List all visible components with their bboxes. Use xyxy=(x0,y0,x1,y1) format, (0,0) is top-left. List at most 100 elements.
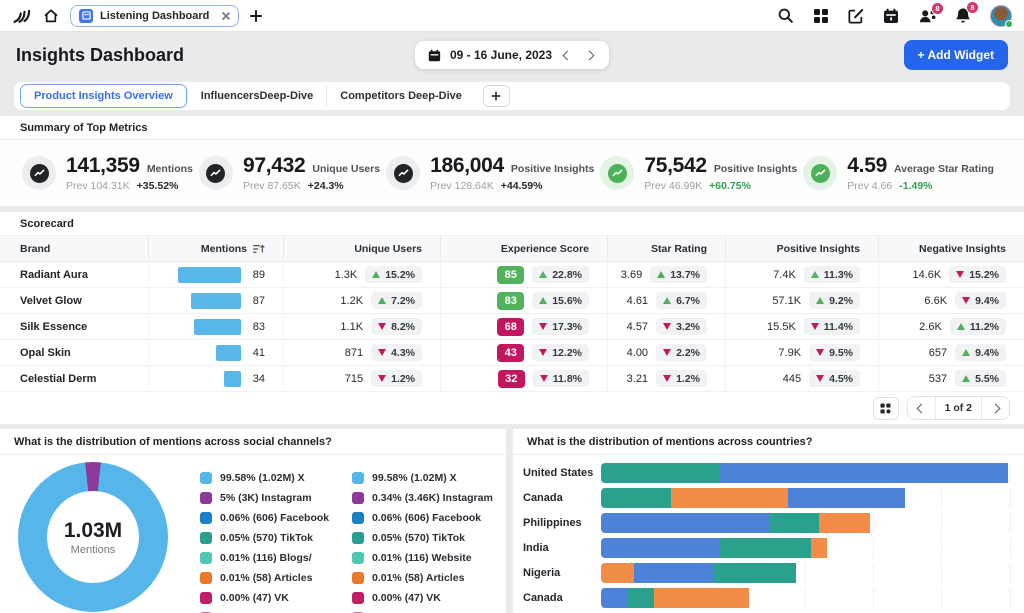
legend-item[interactable]: 0.00% (47) VK xyxy=(352,588,500,608)
legend-item[interactable]: 99.58% (1.02M) X xyxy=(352,468,500,488)
legend-item[interactable]: 0.05% (570) TikTok xyxy=(352,528,500,548)
bar-segment-teal xyxy=(628,588,655,608)
legend-item[interactable]: 0.01% (58) Articles xyxy=(200,568,348,588)
scorecard-row-velvet-glow[interactable]: Velvet Glow871.2K7.2%8315.6%4.616.7%57.1… xyxy=(0,288,1024,314)
legend-item[interactable]: 0.01% (116) Website xyxy=(352,548,500,568)
cell-brand: Velvet Glow xyxy=(0,288,148,313)
legend-item[interactable]: 0.06% (606) Facebook xyxy=(200,508,348,528)
country-stacked-bar[interactable] xyxy=(601,538,1012,558)
legend-label: 0.01% (116) Website xyxy=(372,552,472,564)
country-stacked-bar[interactable] xyxy=(601,488,1012,508)
legend-item[interactable]: 0.01% (58) Articles xyxy=(352,568,500,588)
metric-label: Mentions xyxy=(147,163,193,175)
legend-item[interactable]: 5% (3K) Instagram xyxy=(200,488,348,508)
column-header-mentions[interactable]: Mentions xyxy=(148,236,283,261)
arrow-up-icon xyxy=(962,375,970,382)
user-avatar[interactable] xyxy=(990,5,1012,27)
legend-item[interactable]: 0.34% (3.46K) Instagram xyxy=(352,488,500,508)
tab-competitors-deep-dive[interactable]: Competitors Deep-Dive xyxy=(326,85,475,107)
column-header-star-rating[interactable]: Star Rating xyxy=(607,236,725,261)
countries-chart-title: What is the distribution of mentions acr… xyxy=(513,429,1024,455)
metric-card-positive-insights[interactable]: 186,004Positive InsightsPrev 128.64K+44.… xyxy=(386,154,594,192)
mentions-donut-chart[interactable]: 1.03M Mentions xyxy=(18,462,168,612)
arrow-up-icon xyxy=(811,271,819,278)
legend-label: 0.05% (570) TikTok xyxy=(220,532,313,544)
legend-item[interactable]: 0.05% (570) TikTok xyxy=(200,528,348,548)
arrow-up-icon xyxy=(657,271,665,278)
metric-value: 97,432 xyxy=(243,154,305,178)
add-tab-button[interactable] xyxy=(483,85,510,107)
column-header-brand[interactable]: Brand xyxy=(0,236,148,261)
apps-grid-icon[interactable] xyxy=(813,8,829,24)
calendar-icon[interactable] xyxy=(883,8,899,24)
legend-item[interactable]: 0.01% (116) Blogs/ xyxy=(200,548,348,568)
metric-card-average-star-rating[interactable]: 4.59Average Star RatingPrev 4.66-1.49% xyxy=(803,154,994,192)
legend-item[interactable]: 0.00% (9) Reddit xyxy=(352,608,500,613)
country-stacked-bar[interactable] xyxy=(601,563,1012,583)
bar-segment-orange xyxy=(654,588,749,608)
bar-segment-orange xyxy=(811,538,827,558)
app-logo-icon[interactable] xyxy=(12,6,32,26)
search-icon[interactable] xyxy=(777,7,794,24)
metric-card-unique-users[interactable]: 97,432Unique UsersPrev 87.65K+24.3% xyxy=(199,154,380,192)
country-bar-track xyxy=(601,513,1012,533)
legend-item[interactable]: 99.58% (1.02M) X xyxy=(200,468,348,488)
tab-influencersdeep-dive[interactable]: InfluencersDeep-Dive xyxy=(187,85,326,107)
country-stacked-bar[interactable] xyxy=(601,513,1012,533)
channel-legends: 99.58% (1.02M) X5% (3K) Instagram0.06% (… xyxy=(200,462,500,613)
date-range-picker[interactable]: 09 - 16 June, 2023 xyxy=(415,41,609,69)
next-date-button[interactable] xyxy=(583,52,596,59)
bar-segment-orange xyxy=(671,488,788,508)
close-tab-icon[interactable] xyxy=(220,11,230,21)
legend-swatch xyxy=(200,512,212,524)
home-icon[interactable] xyxy=(43,8,59,24)
legend-swatch xyxy=(200,572,212,584)
legend-item[interactable]: 0.00% (47) VK xyxy=(200,588,348,608)
delta-chip: 11.3% xyxy=(804,266,860,283)
metric-card-positive-insights[interactable]: 75,542Positive InsightsPrev 46.99K+60.75… xyxy=(600,154,797,192)
legend-item[interactable]: 0.06% (606) Facebook xyxy=(352,508,500,528)
compose-icon[interactable] xyxy=(848,8,864,24)
channels-chart-body: 1.03M Mentions 99.58% (1.02M) X5% (3K) I… xyxy=(0,455,506,613)
arrow-up-icon xyxy=(816,297,824,304)
metric-card-mentions[interactable]: 141,359MentionsPrev 104.31K+35.52% xyxy=(22,154,193,192)
scorecard-row-silk-essence[interactable]: Silk Essence831.1K8.2%6817.3%4.573.2%15.… xyxy=(0,314,1024,340)
trend-up-icon xyxy=(600,156,634,190)
mentions-bar xyxy=(178,267,241,283)
legend-item[interactable]: 0.00% (9) Reddit xyxy=(200,608,348,613)
add-widget-button[interactable]: + Add Widget xyxy=(904,40,1008,70)
arrow-down-icon xyxy=(378,349,386,356)
country-label: India xyxy=(523,542,601,554)
tab-product-insights-overview[interactable]: Product Insights Overview xyxy=(20,84,187,108)
column-header-experience-score[interactable]: Experience Score xyxy=(440,236,607,261)
cell-experience-score: 6817.3% xyxy=(440,314,607,339)
country-label: Philippines xyxy=(523,517,601,529)
country-bar-track xyxy=(601,563,1012,583)
open-tab-listening-dashboard[interactable]: Listening Dashboard xyxy=(70,5,239,27)
new-tab-icon[interactable] xyxy=(250,10,262,22)
share-users-icon[interactable]: 8 xyxy=(918,8,936,24)
column-header-negative-insights[interactable]: Negative Insights xyxy=(878,236,1024,261)
prev-date-button[interactable] xyxy=(561,52,574,59)
column-header-unique-users[interactable]: Unique Users xyxy=(283,236,440,261)
metric-label: Unique Users xyxy=(312,163,380,175)
country-stacked-bar[interactable] xyxy=(601,588,1012,608)
country-stacked-bar[interactable] xyxy=(601,463,1012,483)
next-page-button[interactable] xyxy=(982,397,1009,419)
page-title: Insights Dashboard xyxy=(16,45,184,66)
column-header-positive-insights[interactable]: Positive Insights xyxy=(725,236,878,261)
legend-label: 0.05% (570) TikTok xyxy=(372,532,465,544)
bar-segment-blue xyxy=(601,588,628,608)
scorecard-row-opal-skin[interactable]: Opal Skin418714.3%4312.2%4.002.2%7.9K9.5… xyxy=(0,340,1024,366)
scorecard-row-radiant-aura[interactable]: Radiant Aura891.3K15.2%8522.8%3.6913.7%7… xyxy=(0,262,1024,288)
metric-delta: +44.59% xyxy=(501,180,543,192)
widget-options-icon[interactable] xyxy=(873,397,899,420)
cell-negative-insights: 5375.5% xyxy=(878,366,1024,391)
prev-page-button[interactable] xyxy=(908,397,935,419)
notifications-bell-icon[interactable]: 8 xyxy=(955,7,971,24)
arrow-down-icon xyxy=(378,323,386,330)
sort-icon[interactable] xyxy=(253,244,265,254)
scorecard-row-celestial-derm[interactable]: Celestial Derm347151.2%3211.8%3.211.2%44… xyxy=(0,366,1024,392)
legend-swatch xyxy=(200,492,212,504)
metric-prev: Prev 104.31K xyxy=(66,180,130,192)
